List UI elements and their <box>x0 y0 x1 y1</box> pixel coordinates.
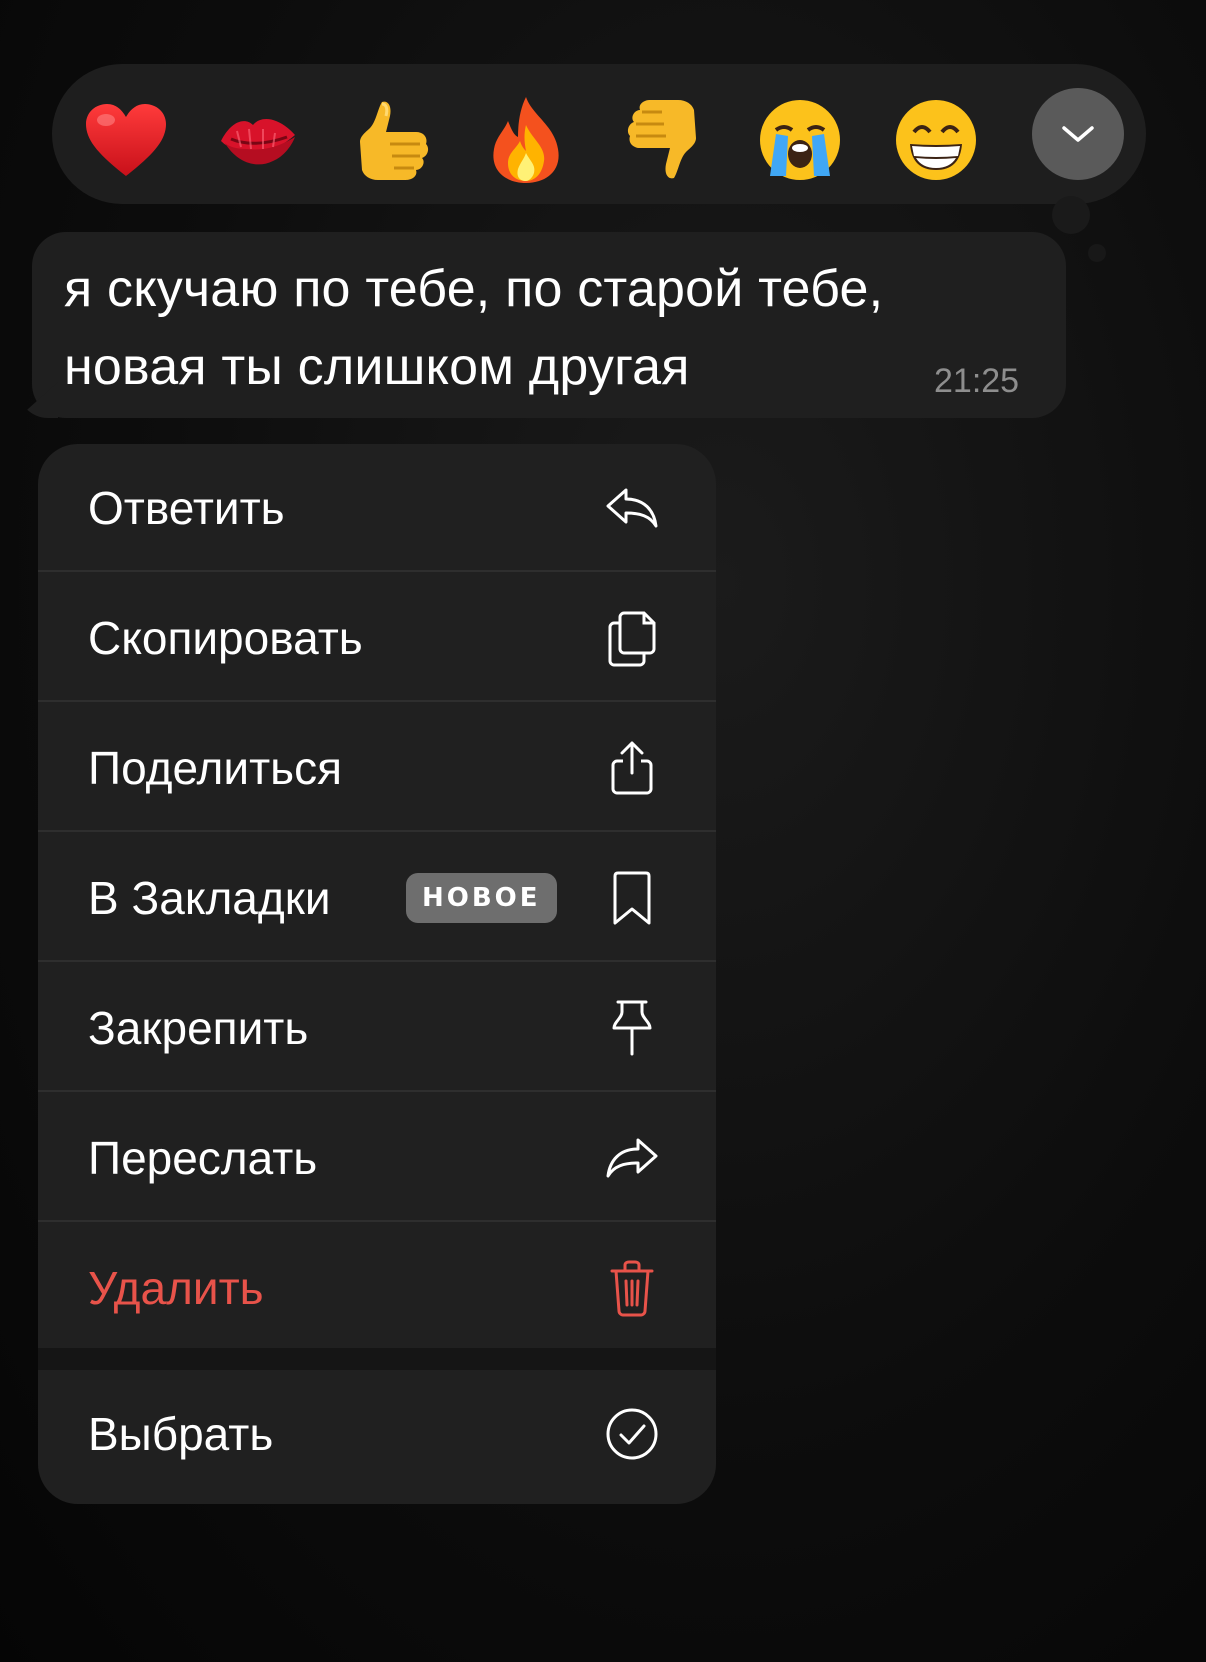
share-icon <box>600 736 664 800</box>
menu-item-bookmark[interactable]: В Закладки НОВОЕ <box>38 834 716 962</box>
reaction-bar <box>52 64 1146 204</box>
menu-item-label: В Закладки <box>88 872 331 924</box>
menu-item-copy[interactable]: Скопировать <box>38 574 716 702</box>
menu-item-label: Переслать <box>88 1132 318 1184</box>
heart-icon <box>86 104 166 176</box>
menu-item-delete[interactable]: Удалить <box>38 1224 716 1352</box>
crying-face-icon <box>760 100 840 180</box>
context-menu: Ответить Скопировать Поделиться В Заклад… <box>38 444 716 1504</box>
reaction-fire[interactable] <box>480 94 572 186</box>
trash-icon <box>600 1256 664 1320</box>
menu-item-label: Удалить <box>88 1262 264 1314</box>
menu-item-reply[interactable]: Ответить <box>38 444 716 572</box>
menu-item-forward[interactable]: Переслать <box>38 1094 716 1222</box>
menu-separator <box>38 1348 716 1370</box>
expand-reactions-button[interactable] <box>1032 88 1124 180</box>
menu-item-label: Закрепить <box>88 1002 309 1054</box>
menu-item-label: Поделиться <box>88 742 343 794</box>
kiss-mark-icon <box>221 119 295 165</box>
fire-icon <box>493 97 559 183</box>
copy-icon <box>600 606 664 670</box>
chevron-down-icon <box>1062 126 1094 142</box>
menu-item-select[interactable]: Выбрать <box>38 1370 716 1498</box>
menu-item-pin[interactable]: Закрепить <box>38 964 716 1092</box>
reaction-bar-tail-dot <box>1088 244 1106 262</box>
reaction-beaming-face[interactable] <box>890 94 982 186</box>
bookmark-icon <box>600 866 664 930</box>
grinning-face-icon <box>896 100 976 180</box>
menu-item-label: Выбрать <box>88 1408 274 1460</box>
forward-icon <box>600 1126 664 1190</box>
message-time: 21:25 <box>934 362 1020 400</box>
menu-item-label: Ответить <box>88 482 285 534</box>
thumbs-up-icon <box>360 101 429 180</box>
reaction-bar-tail <box>1052 196 1090 234</box>
reaction-kiss-mark[interactable] <box>212 94 304 186</box>
reaction-thumbs-up[interactable] <box>346 94 438 186</box>
menu-item-label: Скопировать <box>88 612 363 664</box>
new-badge: НОВОЕ <box>406 873 557 923</box>
check-circle-icon <box>600 1402 664 1466</box>
message-text: я скучаю по тебе, по старой тебе, новая … <box>64 260 884 396</box>
reply-icon <box>600 476 664 540</box>
pin-icon <box>600 996 664 1060</box>
thumbs-down-icon <box>627 100 696 179</box>
reaction-loudly-crying-face[interactable] <box>754 94 846 186</box>
reaction-thumbs-down[interactable] <box>618 94 710 186</box>
menu-item-share[interactable]: Поделиться <box>38 704 716 832</box>
reaction-red-heart[interactable] <box>80 94 172 186</box>
